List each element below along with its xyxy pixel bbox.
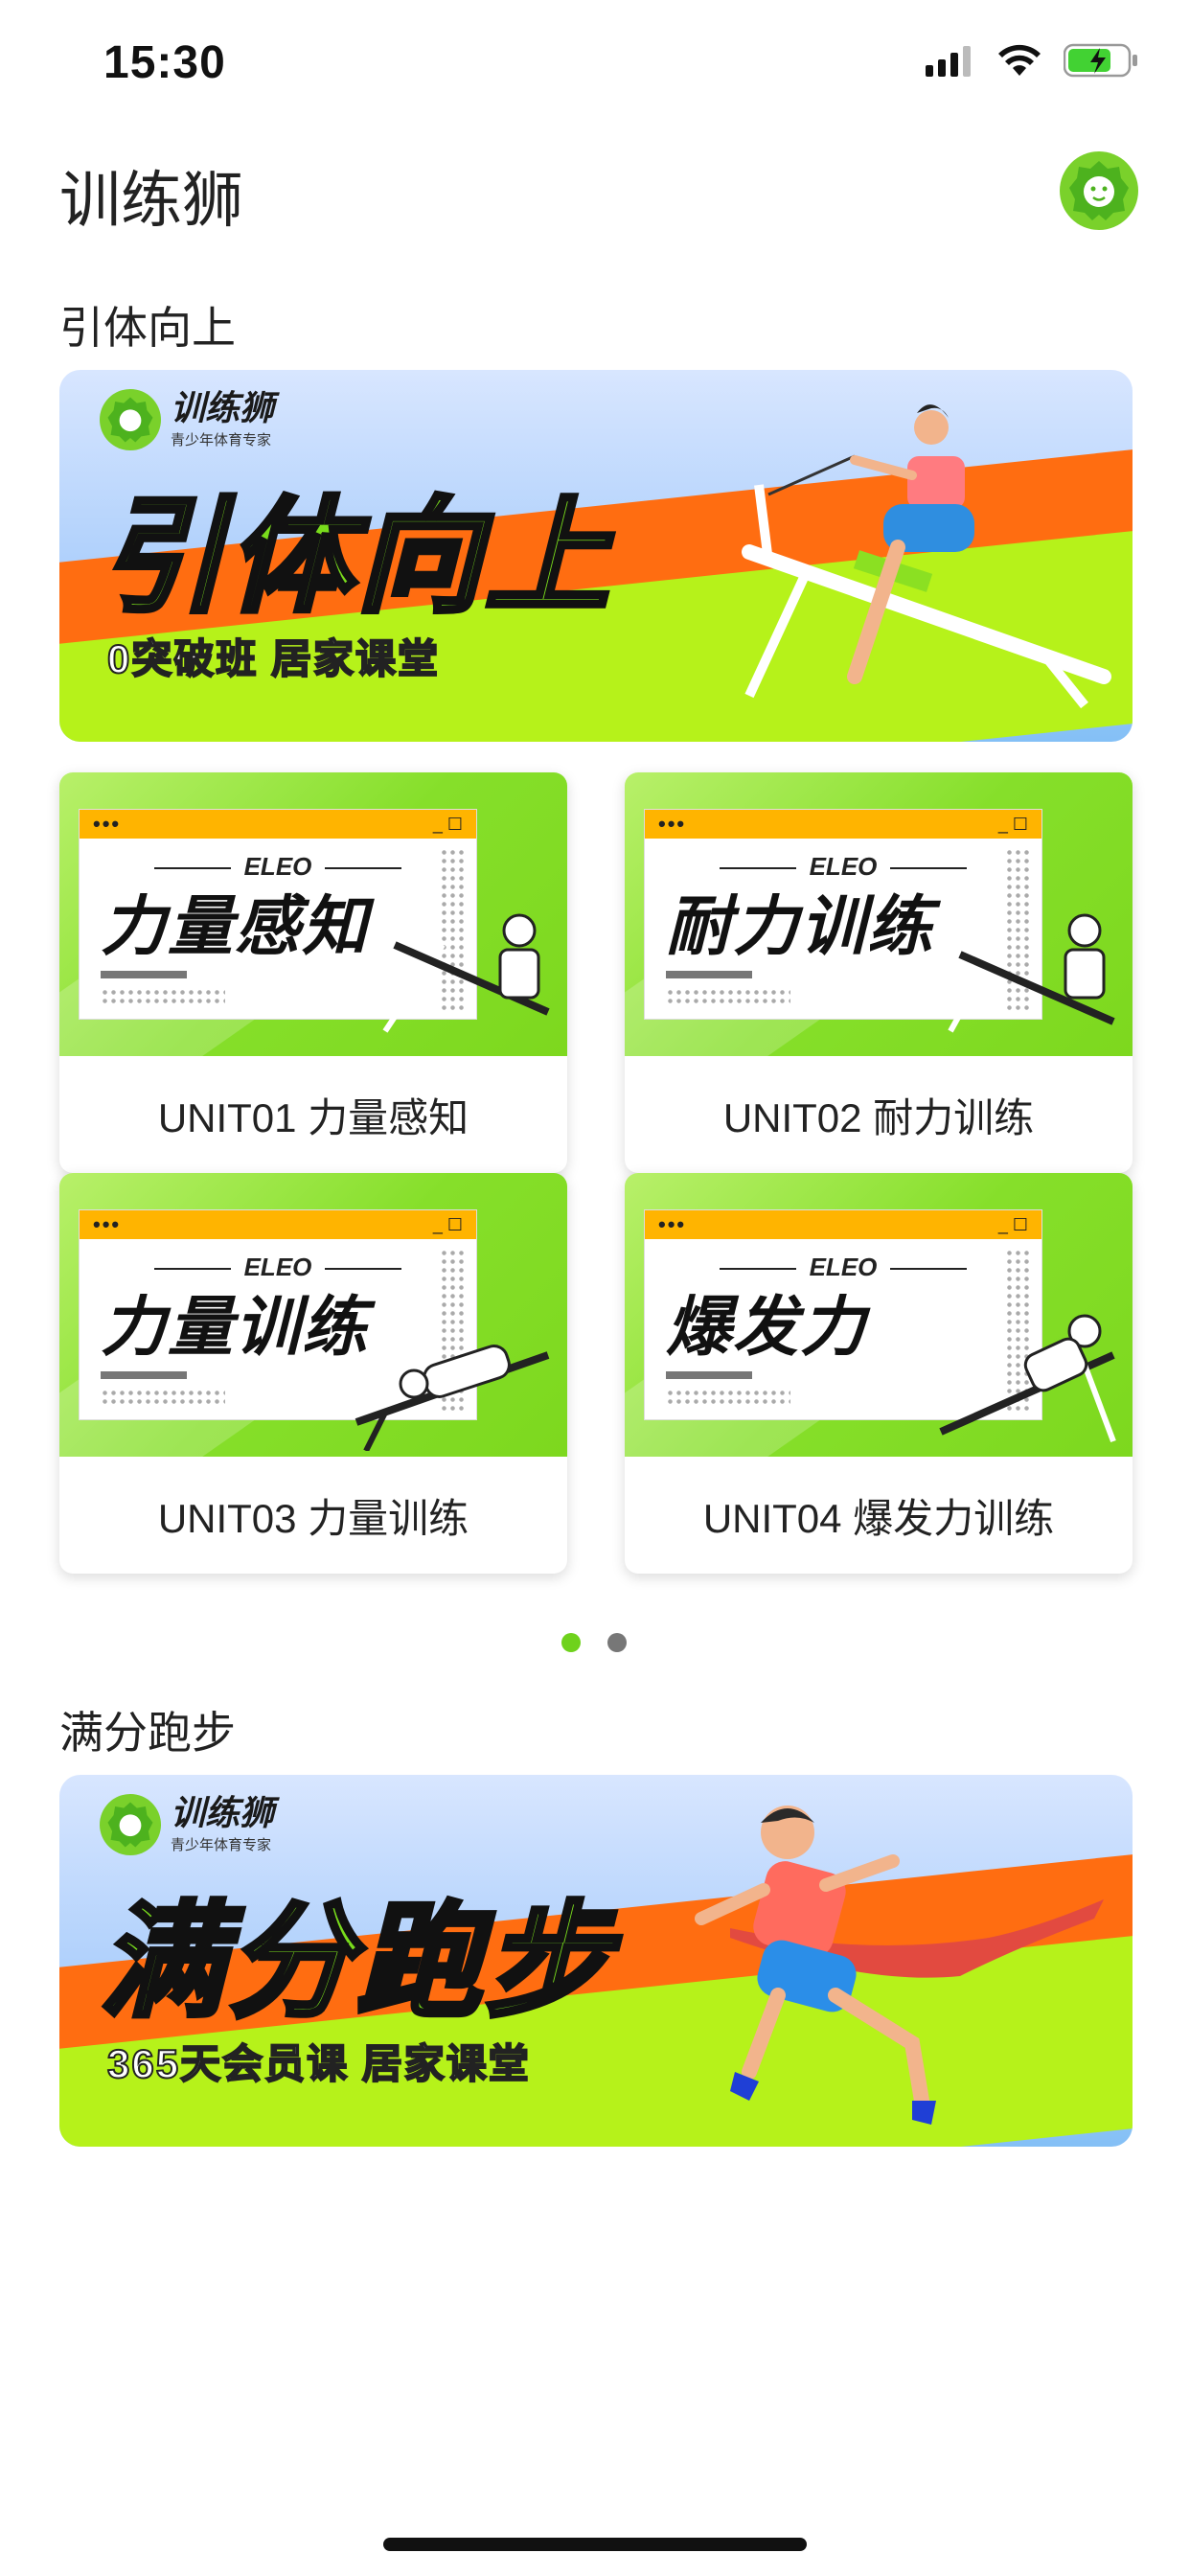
status-icons: [926, 42, 1140, 79]
status-time: 15:30: [103, 37, 226, 88]
machine-figure-icon: [382, 913, 550, 1033]
card-image: ••• _ ☐ ELEO 耐力训练: [625, 772, 1133, 1056]
unit-card-2[interactable]: ••• _ ☐ ELEO 耐力训练 UNIT02 耐力训练: [625, 772, 1133, 1173]
banner-subline: 365天会员课 居家课堂: [106, 2040, 531, 2087]
pullup-banner[interactable]: 训练狮 青少年体育专家 引体向上 0突破班 居家课堂: [59, 370, 1133, 742]
brand-name: 训练狮: [171, 387, 275, 427]
card-image: ••• _ ☐ ELEO 力量训练: [59, 1173, 567, 1457]
card-image: ••• _ ☐ ELEO 力量感知: [59, 772, 567, 1056]
card-caption: UNIT01 力量感知: [157, 1094, 469, 1140]
wifi-icon: [998, 44, 1041, 76]
card-window-title: 爆发力: [666, 1291, 868, 1364]
eleo-brand: ELEO: [645, 852, 1041, 882]
banner-brand: 训练狮 青少年体育专家: [100, 1794, 274, 1855]
eleo-brand: ELEO: [80, 1253, 476, 1282]
card-window-title: 耐力训练: [666, 890, 935, 963]
brand-lion-icon: [100, 1794, 161, 1855]
section-title-running: 满分跑步: [59, 1708, 236, 1758]
brand-sub: 青少年体育专家: [171, 1836, 272, 1853]
avatar[interactable]: [1060, 151, 1138, 230]
battery-charging-icon: [1064, 43, 1137, 78]
eleo-brand: ELEO: [80, 852, 476, 882]
unit-card-4[interactable]: ••• _ ☐ ELEO 爆发力 UNIT04 爆发力训练: [625, 1173, 1133, 1574]
card-caption: UNIT02 耐力训练: [722, 1094, 1035, 1140]
runner-illustration: [695, 1806, 1104, 2125]
card-window-title: 力量感知: [101, 890, 370, 963]
banner-brand: 训练狮 青少年体育专家: [100, 389, 274, 450]
banner-headline: 满分跑步: [97, 1892, 614, 2032]
eleo-brand: ELEO: [645, 1253, 1041, 1282]
unit-card-3[interactable]: ••• _ ☐ ELEO 力量训练 UNIT03 力量训练: [59, 1173, 567, 1574]
brand-name: 训练狮: [171, 1792, 275, 1832]
unit-card-1[interactable]: ••• _ ☐ ELEO 力量感知 UNIT01 力量感知: [59, 772, 567, 1173]
card-caption: UNIT04 爆发力训练: [702, 1495, 1055, 1541]
pager-dot-active[interactable]: [561, 1633, 581, 1652]
card-caption: UNIT03 力量训练: [157, 1495, 469, 1541]
card-window-title: 力量训练: [101, 1291, 370, 1364]
home-indicator[interactable]: [383, 2538, 807, 2551]
machine-figure-icon: [948, 913, 1115, 1033]
app-title: 训练狮: [59, 166, 243, 235]
pager-dot[interactable]: [607, 1633, 627, 1652]
cellular-signal-icon: [926, 46, 971, 77]
machine-figure-icon: [355, 1345, 550, 1451]
banner-headline: 引体向上: [97, 487, 614, 627]
lion-logo-icon: [1069, 161, 1129, 220]
card-image: ••• _ ☐ ELEO 爆发力: [625, 1173, 1133, 1457]
section-title-pullup: 引体向上: [59, 303, 236, 353]
brand-sub: 青少年体育专家: [171, 431, 272, 448]
rowing-machine-illustration: [742, 404, 1111, 709]
machine-figure-icon: [939, 1314, 1116, 1443]
brand-lion-icon: [100, 389, 161, 450]
running-banner[interactable]: 训练狮 青少年体育专家 满分跑步 365天会员课 居家课堂: [59, 1775, 1133, 2147]
banner-subline: 0突破班 居家课堂: [106, 635, 441, 682]
